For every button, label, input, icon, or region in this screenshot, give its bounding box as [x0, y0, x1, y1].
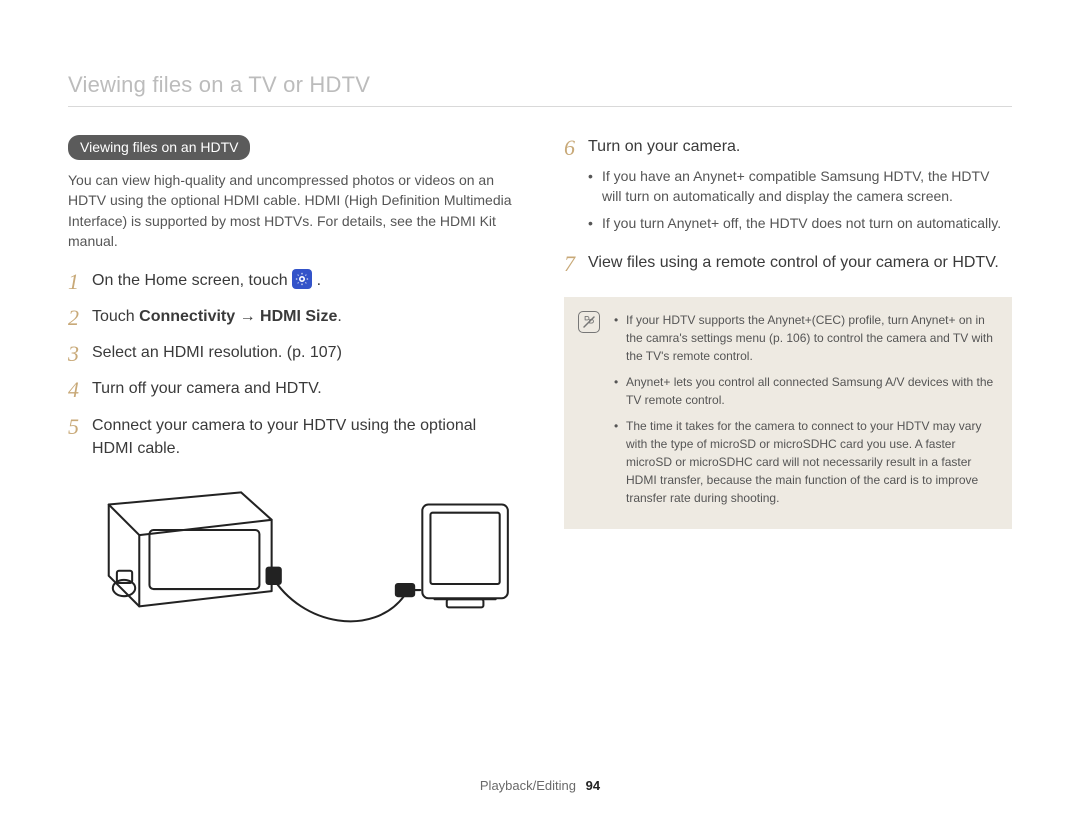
note-item: The time it takes for the camera to conn… — [614, 417, 994, 507]
steps-list-left: 1 On the Home screen, touch . — [68, 269, 516, 460]
step-6-bullets: If you have an Anynet+ compatible Samsun… — [588, 166, 1012, 233]
manual-page: Viewing files on a TV or HDTV Viewing fi… — [0, 0, 1080, 815]
step-text-main: Turn on your camera. — [588, 138, 740, 155]
step-number: 1 — [68, 269, 92, 293]
right-column: 6 Turn on your camera. If you have an An… — [564, 135, 1012, 662]
footer-page-number: 94 — [586, 778, 600, 793]
step-3: 3 Select an HDMI resolution. (p. 107) — [68, 341, 516, 365]
hdmi-connection-illustration — [68, 474, 516, 662]
intro-text: You can view high-quality and uncompress… — [68, 170, 516, 251]
step-text: Turn on your camera. If you have an Anyn… — [588, 135, 1012, 239]
step-text: Turn off your camera and HDTV. — [92, 377, 322, 400]
step-text-before: Touch — [92, 308, 139, 325]
step-text-before: On the Home screen, touch — [92, 272, 292, 289]
step-text: On the Home screen, touch . — [92, 269, 321, 292]
step-text: View files using a remote control of you… — [588, 251, 999, 274]
note-box: If your HDTV supports the Anynet+(CEC) p… — [564, 297, 1012, 529]
section-pill: Viewing files on an HDTV — [68, 135, 250, 160]
step-5: 5 Connect your camera to your HDTV using… — [68, 414, 516, 460]
note-item: If your HDTV supports the Anynet+(CEC) p… — [614, 311, 994, 365]
settings-gear-icon — [292, 269, 312, 289]
step-text-after: . — [317, 272, 321, 289]
page-title: Viewing files on a TV or HDTV — [68, 72, 1012, 107]
note-list: If your HDTV supports the Anynet+(CEC) p… — [614, 311, 994, 507]
step-number: 5 — [68, 414, 92, 438]
step-arrow: → — [235, 308, 260, 325]
step-4: 4 Turn off your camera and HDTV. — [68, 377, 516, 401]
step-2: 2 Touch Connectivity → HDMI Size. — [68, 305, 516, 329]
step-number: 2 — [68, 305, 92, 329]
bullet-item: If you turn Anynet+ off, the HDTV does n… — [588, 213, 1012, 233]
step-number: 4 — [68, 377, 92, 401]
step-7: 7 View files using a remote control of y… — [564, 251, 1012, 275]
step-1: 1 On the Home screen, touch . — [68, 269, 516, 293]
steps-list-right: 6 Turn on your camera. If you have an An… — [564, 135, 1012, 275]
two-column-layout: Viewing files on an HDTV You can view hi… — [68, 135, 1012, 662]
step-number: 3 — [68, 341, 92, 365]
bullet-item: If you have an Anynet+ compatible Samsun… — [588, 166, 1012, 207]
footer-section: Playback/Editing — [480, 778, 576, 793]
step-number: 6 — [564, 135, 588, 159]
note-item: Anynet+ lets you control all connected S… — [614, 373, 994, 409]
step-text: Touch Connectivity → HDMI Size. — [92, 305, 342, 328]
step-text: Connect your camera to your HDTV using t… — [92, 414, 516, 460]
step-text: Select an HDMI resolution. (p. 107) — [92, 341, 342, 364]
step-bold-1: Connectivity — [139, 308, 235, 325]
step-6: 6 Turn on your camera. If you have an An… — [564, 135, 1012, 239]
step-bold-2: HDMI Size — [260, 308, 337, 325]
left-column: Viewing files on an HDTV You can view hi… — [68, 135, 516, 662]
step-text-after: . — [337, 308, 341, 325]
page-footer: Playback/Editing 94 — [0, 778, 1080, 793]
step-number: 7 — [564, 251, 588, 275]
note-icon — [578, 311, 600, 333]
